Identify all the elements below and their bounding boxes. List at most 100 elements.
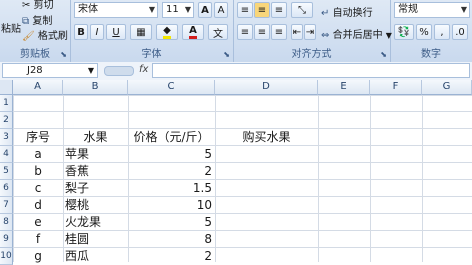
number-format-select[interactable]: 常规 ▼ bbox=[394, 2, 470, 18]
row-header[interactable]: 3 bbox=[0, 129, 13, 146]
cell-d3[interactable]: 购买水果 bbox=[215, 129, 318, 146]
cell-c9[interactable]: 8 bbox=[128, 231, 212, 248]
format-painter-button[interactable]: 🖌 格式刷 bbox=[22, 27, 68, 42]
cell-a7[interactable]: d bbox=[13, 197, 63, 214]
row-header[interactable]: 5 bbox=[0, 163, 13, 180]
copy-button[interactable]: ⧉ 复制 bbox=[22, 12, 52, 27]
wrap-text-button[interactable]: ↵ 自动换行 bbox=[321, 4, 373, 19]
number-group-label: 数字 bbox=[421, 49, 441, 60]
cell-c4[interactable]: 5 bbox=[128, 146, 212, 163]
row-header[interactable]: 10 bbox=[0, 248, 13, 265]
merge-center-button[interactable]: ⇔ 合并后居中 ▼ bbox=[321, 26, 392, 41]
italic-button[interactable]: I bbox=[90, 24, 104, 40]
cell-b3[interactable]: 水果 bbox=[63, 129, 128, 146]
align-center-button[interactable]: ≡ bbox=[254, 24, 270, 40]
cell-b5[interactable]: 香蕉 bbox=[65, 163, 127, 180]
phonetic-button[interactable]: 文 bbox=[208, 24, 228, 40]
font-group: 宋体 ▼ 11 ▼ A A B I U ▦ ◆ A 文 字体 ⬊ bbox=[70, 0, 234, 62]
align-right-button[interactable]: ≡ bbox=[271, 24, 287, 40]
clipboard-group: 粘贴 ✂ 剪切 ⧉ 复制 🖌 格式刷 剪贴板 ⬊ bbox=[0, 0, 71, 62]
formula-input[interactable] bbox=[152, 63, 470, 78]
column-header-g[interactable]: G bbox=[422, 80, 472, 95]
cell-c8[interactable]: 5 bbox=[128, 214, 212, 231]
ribbon: 粘贴 ✂ 剪切 ⧉ 复制 🖌 格式刷 剪贴板 ⬊ 宋体 ▼ 11 ▼ A A B bbox=[0, 0, 472, 63]
column-header-c[interactable]: C bbox=[128, 80, 215, 95]
row-header[interactable]: 1 bbox=[0, 95, 13, 112]
cell-b10[interactable]: 西瓜 bbox=[65, 248, 127, 265]
orientation-button[interactable]: ⤡ bbox=[291, 2, 313, 18]
grow-font-button[interactable]: A bbox=[198, 2, 212, 18]
increase-decimal-button[interactable]: .0 bbox=[452, 24, 468, 40]
column-header-d[interactable]: D bbox=[215, 80, 318, 95]
cell-b8[interactable]: 火龙果 bbox=[65, 214, 127, 231]
font-launcher-icon[interactable]: ⬊ bbox=[223, 50, 230, 59]
paste-label: 粘贴 bbox=[1, 24, 21, 35]
row-header[interactable]: 2 bbox=[0, 112, 13, 129]
alignment-launcher-icon[interactable]: ⬊ bbox=[380, 50, 387, 59]
font-size-value: 11 bbox=[166, 4, 179, 15]
row-header[interactable]: 4 bbox=[0, 146, 13, 163]
font-family-select[interactable]: 宋体 ▼ bbox=[74, 2, 158, 18]
row-header[interactable]: 9 bbox=[0, 231, 13, 248]
wrap-text-label: 自动换行 bbox=[332, 8, 373, 19]
cell-b7[interactable]: 樱桃 bbox=[65, 197, 127, 214]
number-format-value: 常规 bbox=[398, 4, 418, 15]
decrease-indent-button[interactable]: ⇤ bbox=[291, 24, 303, 40]
column-header-f[interactable]: F bbox=[370, 80, 422, 95]
chevron-down-icon: ▼ bbox=[148, 5, 155, 14]
percent-label: % bbox=[419, 26, 429, 38]
cell-c5[interactable]: 2 bbox=[128, 163, 212, 180]
comma-label: , bbox=[440, 26, 444, 38]
increase-indent-button[interactable]: ⇥ bbox=[304, 24, 316, 40]
select-all-corner[interactable] bbox=[0, 80, 13, 95]
scissors-icon: ✂ bbox=[22, 0, 31, 11]
cell-b6[interactable]: 梨子 bbox=[65, 180, 127, 197]
font-color-button[interactable]: A bbox=[182, 24, 204, 40]
cell-a3[interactable]: 序号 bbox=[13, 129, 63, 146]
fill-color-button[interactable]: ◆ bbox=[156, 24, 178, 40]
cut-button[interactable]: ✂ 剪切 bbox=[22, 0, 54, 11]
column-header-a[interactable]: A bbox=[13, 80, 63, 95]
font-size-select[interactable]: 11 ▼ bbox=[162, 2, 194, 18]
formula-slider-icon[interactable] bbox=[104, 66, 134, 76]
number-group: 常规 ▼ 💱 % , .0 数字 bbox=[390, 0, 472, 62]
bold-button[interactable]: B bbox=[74, 24, 88, 40]
cell-a4[interactable]: a bbox=[13, 146, 63, 163]
function-icon[interactable]: fx bbox=[139, 64, 148, 75]
borders-button[interactable]: ▦ bbox=[130, 24, 152, 40]
align-left-button[interactable]: ≡ bbox=[237, 24, 253, 40]
comma-style-button[interactable]: , bbox=[434, 24, 450, 40]
align-bottom-button[interactable]: ≡ bbox=[271, 2, 287, 18]
paste-button[interactable]: 粘贴 bbox=[1, 20, 21, 35]
percent-button[interactable]: % bbox=[416, 24, 432, 40]
align-middle-button[interactable]: ≡ bbox=[254, 2, 270, 18]
cell-c6[interactable]: 1.5 bbox=[128, 180, 212, 197]
cell-grid[interactable]: 序号 水果 价格（元/斤） 购买水果 a 苹果 5 b 香蕉 2 c 梨子 1.… bbox=[13, 95, 472, 265]
cell-a10[interactable]: g bbox=[13, 248, 63, 265]
shrink-font-button[interactable]: A bbox=[214, 2, 228, 18]
format-painter-label: 格式刷 bbox=[37, 31, 68, 42]
cell-a6[interactable]: c bbox=[13, 180, 63, 197]
row-header[interactable]: 7 bbox=[0, 197, 13, 214]
chevron-down-icon: ▼ bbox=[87, 66, 94, 75]
merge-icon: ⇔ bbox=[321, 30, 330, 41]
clipboard-launcher-icon[interactable]: ⬊ bbox=[60, 50, 67, 59]
row-header[interactable]: 6 bbox=[0, 180, 13, 197]
cell-b9[interactable]: 桂圆 bbox=[65, 231, 127, 248]
cell-b4[interactable]: 苹果 bbox=[65, 146, 127, 163]
row-header[interactable]: 8 bbox=[0, 214, 13, 231]
cell-a8[interactable]: e bbox=[13, 214, 63, 231]
align-top-button[interactable]: ≡ bbox=[237, 2, 253, 18]
cell-c10[interactable]: 2 bbox=[128, 248, 212, 265]
font-family-value: 宋体 bbox=[78, 4, 98, 15]
column-header-e[interactable]: E bbox=[318, 80, 370, 95]
currency-button[interactable]: 💱 bbox=[394, 24, 414, 40]
currency-icon: 💱 bbox=[397, 26, 411, 38]
cell-a5[interactable]: b bbox=[13, 163, 63, 180]
name-box[interactable]: J28 ▼ bbox=[2, 63, 98, 78]
column-header-b[interactable]: B bbox=[63, 80, 128, 95]
cell-a9[interactable]: f bbox=[13, 231, 63, 248]
underline-button[interactable]: U bbox=[106, 24, 126, 40]
cell-c7[interactable]: 10 bbox=[128, 197, 212, 214]
cell-c3[interactable]: 价格（元/斤） bbox=[128, 129, 215, 146]
